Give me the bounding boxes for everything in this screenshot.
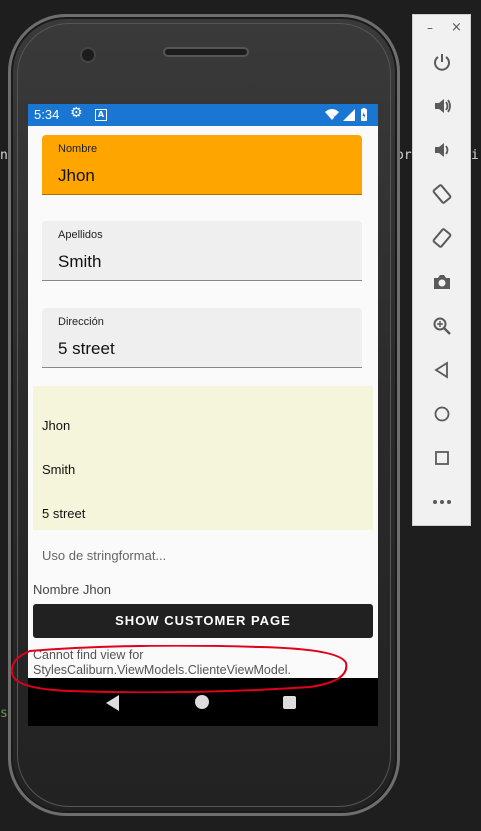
background-code-fragment: n xyxy=(0,148,8,163)
direccion-field-value[interactable]: 5 street xyxy=(58,339,115,359)
status-bar: 5:34 ⚙ A x xyxy=(28,104,378,126)
summary-apellidos: Smith xyxy=(42,462,76,477)
svg-text:x: x xyxy=(333,114,337,121)
nombre-label: Nombre Jhon xyxy=(33,582,112,597)
nombre-field[interactable]: Nombre Jhon xyxy=(42,135,362,195)
background-code-fragment: s xyxy=(0,706,8,721)
red-annotation-circle xyxy=(10,645,348,693)
zoom-icon[interactable] xyxy=(429,313,455,339)
back-icon[interactable] xyxy=(429,357,455,383)
nav-home-icon[interactable] xyxy=(195,695,209,709)
nav-recent-icon[interactable] xyxy=(283,696,296,709)
power-icon[interactable] xyxy=(429,49,455,75)
gear-icon: ⚙ xyxy=(70,105,83,121)
nav-back-icon[interactable] xyxy=(106,695,119,711)
status-time: 5:34 xyxy=(34,107,60,122)
more-icon[interactable] xyxy=(429,489,455,515)
volume-up-icon[interactable] xyxy=(429,93,455,119)
wifi-signal-battery-icon: x xyxy=(325,108,367,121)
summary-direccion: 5 street xyxy=(42,506,86,521)
status-icons: x xyxy=(324,108,372,126)
stringformat-input[interactable]: Uso de stringformat... xyxy=(42,548,166,563)
apellidos-field-label: Apellidos xyxy=(58,229,103,241)
emulator-toolbar: – × xyxy=(412,14,471,526)
earpiece-speaker xyxy=(163,47,249,57)
close-icon[interactable]: × xyxy=(451,20,462,35)
rotate-right-icon[interactable] xyxy=(429,225,455,251)
overview-icon[interactable] xyxy=(429,445,455,471)
front-camera xyxy=(80,47,96,63)
home-icon[interactable] xyxy=(429,401,455,427)
apellidos-field-value[interactable]: Smith xyxy=(58,252,101,272)
volume-down-icon[interactable] xyxy=(429,137,455,163)
phone-screen: 5:34 ⚙ A x Nombre Jhon Apellidos Smith D… xyxy=(28,104,378,726)
summary-nombre: Jhon xyxy=(42,418,71,433)
rotate-left-icon[interactable] xyxy=(429,181,455,207)
apellidos-field[interactable]: Apellidos Smith xyxy=(42,221,362,281)
direccion-field-label: Dirección xyxy=(58,316,104,328)
camera-icon[interactable] xyxy=(429,269,455,295)
summary-panel: Jhon Smith 5 street xyxy=(33,386,373,530)
background-code-fragment: i xyxy=(471,148,479,163)
notification-a-icon: A xyxy=(95,109,107,121)
direccion-field[interactable]: Dirección 5 street xyxy=(42,308,362,368)
minimize-icon[interactable]: – xyxy=(427,21,433,35)
show-customer-page-button[interactable]: SHOW CUSTOMER PAGE xyxy=(33,604,373,638)
nombre-field-label: Nombre xyxy=(58,143,98,155)
nombre-field-value[interactable]: Jhon xyxy=(58,166,95,186)
